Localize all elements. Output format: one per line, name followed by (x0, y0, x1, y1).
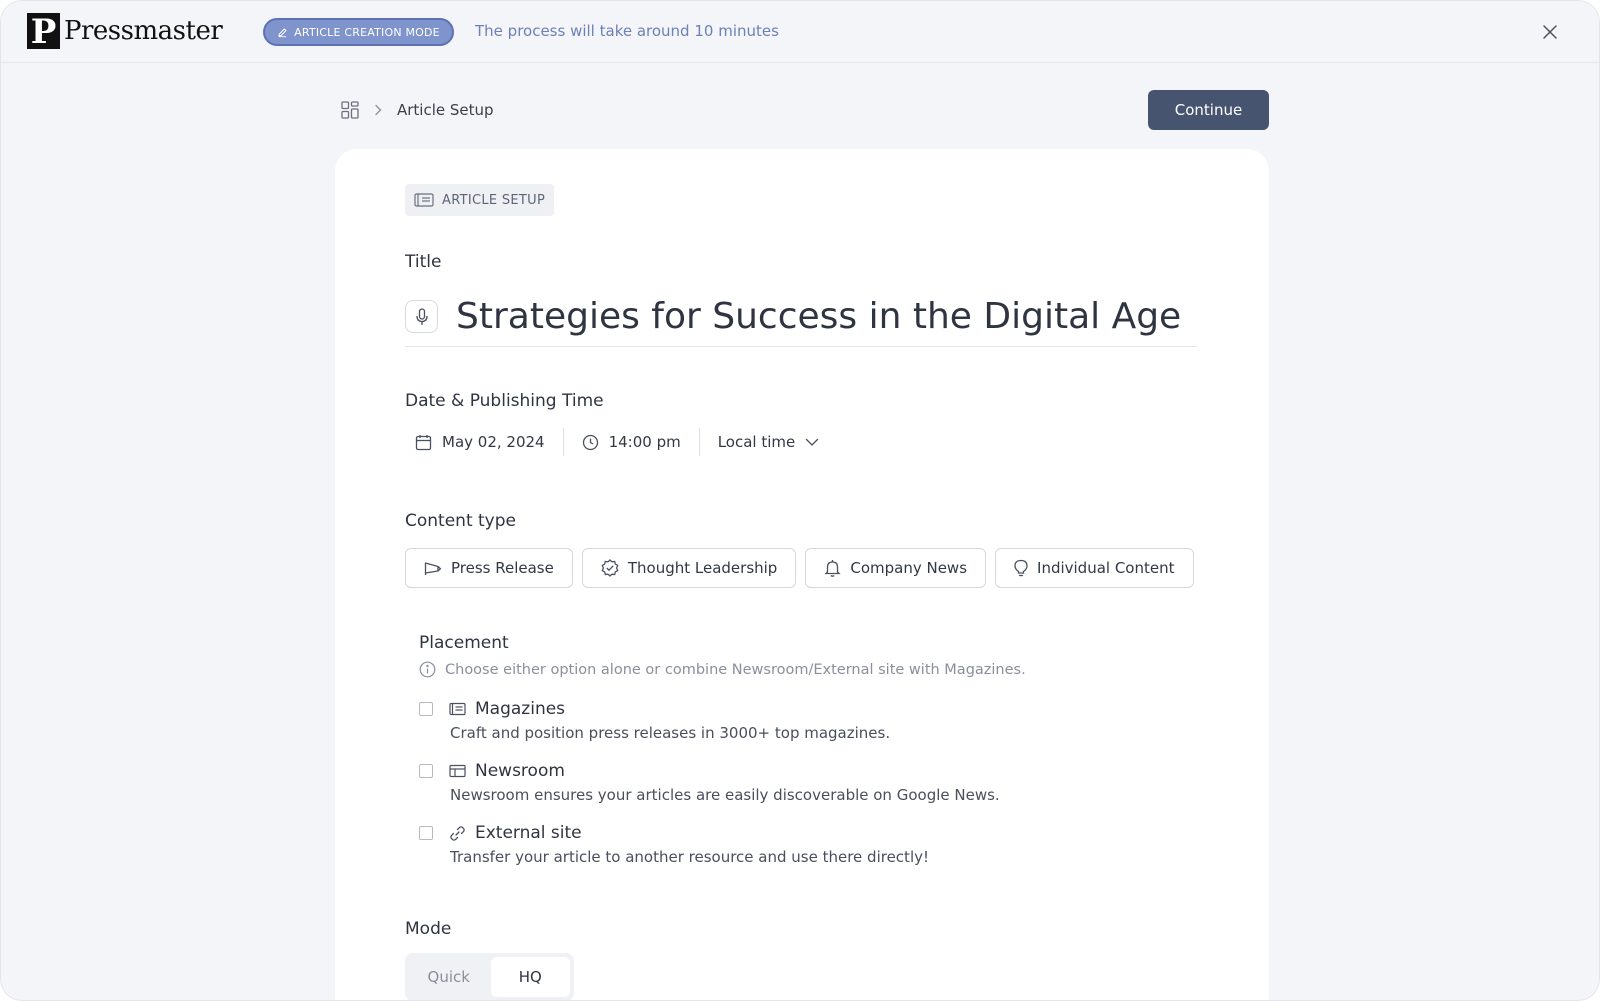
content-type-label: Content type (405, 511, 516, 531)
content-type-individual-content[interactable]: Individual Content (995, 548, 1194, 588)
chevron-right-icon (373, 104, 383, 116)
chip-label: Press Release (451, 559, 554, 577)
chip-label: Individual Content (1037, 559, 1175, 577)
article-setup-card: ARTICLE SETUP Title Date & Publishing Ti… (335, 149, 1269, 1000)
magazines-label: Magazines (475, 699, 566, 719)
continue-button[interactable]: Continue (1148, 90, 1269, 130)
placement-label: Placement (419, 633, 509, 653)
link-icon (449, 825, 466, 842)
placement-hint-text: Choose either option alone or combine Ne… (445, 661, 1026, 678)
timezone-value: Local time (717, 433, 796, 451)
date-publishing-label: Date & Publishing Time (405, 391, 604, 411)
info-icon (419, 661, 436, 678)
mode-toggle: Quick HQ (405, 953, 574, 1000)
top-bar: P Pressmaster ARTICLE CREATION MODE The … (1, 1, 1599, 63)
newsroom-label: Newsroom (475, 761, 565, 781)
newsroom-description: Newsroom ensures your articles are easil… (450, 786, 1000, 804)
chevron-down-icon (805, 437, 819, 447)
newsroom-checkbox[interactable] (419, 764, 433, 778)
mode-quick-option[interactable]: Quick (409, 957, 489, 997)
title-label: Title (405, 252, 442, 272)
external-site-label: External site (475, 823, 582, 843)
logo-text: Pressmaster (64, 16, 223, 46)
logo: P Pressmaster (27, 13, 223, 51)
section-tag: ARTICLE SETUP (405, 184, 554, 216)
article-icon (414, 192, 434, 208)
breadcrumb-current: Article Setup (397, 101, 494, 119)
placement-option-magazines: Magazines Craft and position press relea… (419, 698, 890, 742)
chip-label: Company News (850, 559, 968, 577)
mode-label: Mode (405, 919, 452, 939)
bell-icon (824, 559, 841, 577)
article-creation-mode-badge: ARTICLE CREATION MODE (263, 18, 454, 46)
content-type-options: Press Release Thought Leadership Company… (405, 548, 1194, 588)
content-type-thought-leadership[interactable]: Thought Leadership (581, 548, 797, 588)
lightbulb-icon (1014, 559, 1028, 577)
clock-icon (582, 434, 599, 451)
title-divider (405, 346, 1197, 347)
timezone-select[interactable]: Local time (700, 433, 838, 451)
badge-check-icon (601, 559, 619, 577)
placement-option-newsroom: Newsroom Newsroom ensures your articles … (419, 760, 1000, 804)
mode-hq-option[interactable]: HQ (490, 957, 570, 997)
newspaper-icon (449, 702, 466, 716)
calendar-icon (415, 434, 432, 451)
chip-label: Thought Leadership (627, 559, 778, 577)
placement-option-external-site: External site Transfer your article to a… (419, 822, 929, 866)
time-picker[interactable]: 14:00 pm (564, 433, 699, 451)
content-type-company-news[interactable]: Company News (805, 548, 987, 588)
section-tag-label: ARTICLE SETUP (442, 192, 546, 208)
content-type-press-release[interactable]: Press Release (405, 548, 573, 588)
app-window: P Pressmaster ARTICLE CREATION MODE The … (0, 0, 1600, 1001)
mode-badge-label: ARTICLE CREATION MODE (294, 25, 440, 39)
external-site-checkbox[interactable] (419, 826, 433, 840)
date-value: May 02, 2024 (442, 433, 545, 451)
megaphone-icon (424, 560, 442, 576)
logo-mark: P (27, 13, 60, 51)
breadcrumb: Article Setup (341, 99, 494, 121)
pencil-icon (277, 27, 288, 38)
date-picker[interactable]: May 02, 2024 (405, 433, 563, 451)
magazines-description: Craft and position press releases in 300… (450, 724, 891, 742)
date-time-row: May 02, 2024 14:00 pm Local time (405, 425, 837, 459)
time-value: 14:00 pm (608, 433, 681, 451)
magazines-checkbox[interactable] (419, 702, 433, 716)
external-site-description: Transfer your article to another resourc… (450, 848, 929, 866)
title-input[interactable] (456, 291, 1196, 341)
layout-icon (449, 764, 466, 778)
process-time-note: The process will take around 10 minutes (475, 22, 779, 40)
close-icon[interactable] (1541, 23, 1559, 41)
microphone-icon[interactable] (405, 300, 438, 333)
dashboard-grid-icon[interactable] (341, 101, 359, 119)
placement-hint: Choose either option alone or combine Ne… (419, 661, 1026, 678)
